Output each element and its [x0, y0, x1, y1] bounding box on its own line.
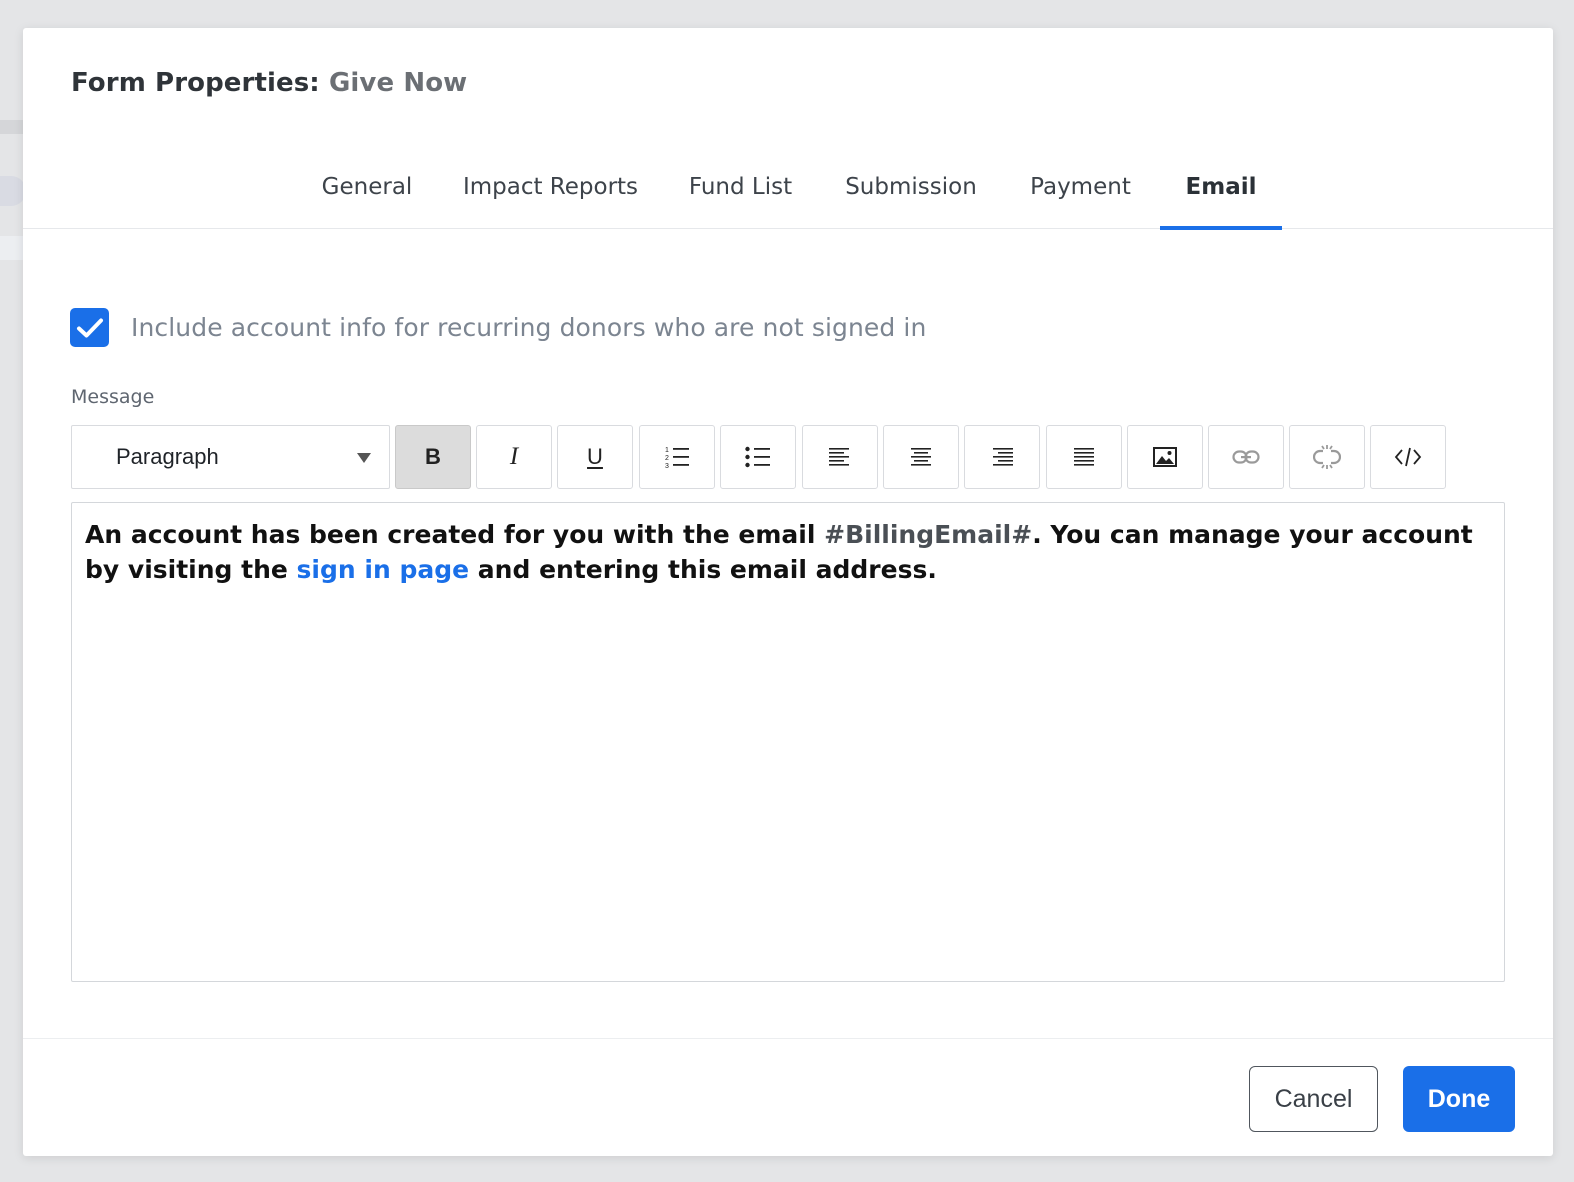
tab-email[interactable]: Email: [1160, 146, 1282, 230]
align-right-button[interactable]: [964, 425, 1040, 489]
unlink-icon: [1313, 445, 1341, 469]
bullet-list-button[interactable]: [720, 425, 796, 489]
svg-text:3: 3: [665, 463, 669, 469]
italic-button[interactable]: I: [476, 425, 552, 489]
modal-title: Form Properties: Give Now: [71, 68, 467, 98]
align-justify-button[interactable]: [1046, 425, 1122, 489]
align-left-button[interactable]: [802, 425, 878, 489]
message-editor[interactable]: An account has been created for you with…: [71, 502, 1505, 982]
align-justify-icon: [1074, 448, 1094, 466]
message-label: Message: [71, 386, 155, 408]
include-account-info-row: Include account info for recurring donor…: [70, 308, 926, 347]
background-app-strip: [0, 236, 23, 260]
modal-footer: Cancel Done: [23, 1038, 1553, 1156]
image-icon: [1153, 447, 1177, 467]
italic-icon: I: [509, 443, 519, 470]
background-app-bar: [0, 120, 23, 134]
checkmark-icon: [76, 318, 103, 337]
tab-impact-reports[interactable]: Impact Reports: [463, 146, 638, 228]
tab-payment[interactable]: Payment: [1020, 146, 1141, 228]
insert-image-button[interactable]: [1127, 425, 1203, 489]
underline-icon: U: [587, 444, 603, 469]
done-button[interactable]: Done: [1403, 1066, 1515, 1132]
editor-toolbar: Paragraph B I U 1 2 3: [71, 425, 1451, 489]
sign-in-page-link[interactable]: sign in page: [297, 555, 470, 584]
bold-button[interactable]: B: [395, 425, 471, 489]
cancel-button[interactable]: Cancel: [1249, 1066, 1378, 1132]
block-format-value: Paragraph: [116, 444, 219, 469]
code-view-icon: [1394, 447, 1422, 467]
form-properties-modal: Form Properties: Give Now General Impact…: [23, 28, 1553, 1156]
align-center-button[interactable]: [883, 425, 959, 489]
link-icon: [1232, 450, 1260, 464]
bullet-list-icon: [745, 446, 770, 468]
message-text-part: and entering this email address.: [469, 555, 937, 584]
tab-bar: General Impact Reports Fund List Submiss…: [23, 146, 1553, 230]
align-center-icon: [911, 448, 931, 466]
chevron-down-icon: [357, 453, 371, 463]
underline-button[interactable]: U: [557, 425, 633, 489]
ordered-list-icon: 1 2 3: [665, 447, 689, 469]
unlink-button[interactable]: [1289, 425, 1365, 489]
modal-form-name: Give Now: [328, 68, 468, 98]
block-format-select[interactable]: Paragraph: [71, 425, 390, 489]
tab-general[interactable]: General: [303, 146, 431, 228]
align-right-icon: [993, 448, 1013, 466]
include-account-info-label[interactable]: Include account info for recurring donor…: [131, 313, 926, 342]
include-account-info-checkbox[interactable]: [70, 308, 109, 347]
svg-text:2: 2: [665, 455, 669, 462]
ordered-list-button[interactable]: 1 2 3: [639, 425, 715, 489]
svg-text:1: 1: [665, 447, 669, 454]
tab-fund-list[interactable]: Fund List: [678, 146, 803, 228]
modal-title-prefix: Form Properties:: [71, 68, 320, 98]
align-left-icon: [829, 448, 849, 466]
tab-submission[interactable]: Submission: [835, 146, 987, 228]
insert-link-button[interactable]: [1208, 425, 1284, 489]
bold-icon: B: [425, 444, 441, 469]
billing-email-token: #BillingEmail#: [824, 520, 1033, 549]
message-text-part: An account has been created for you with…: [85, 520, 825, 549]
code-view-button[interactable]: [1370, 425, 1446, 489]
